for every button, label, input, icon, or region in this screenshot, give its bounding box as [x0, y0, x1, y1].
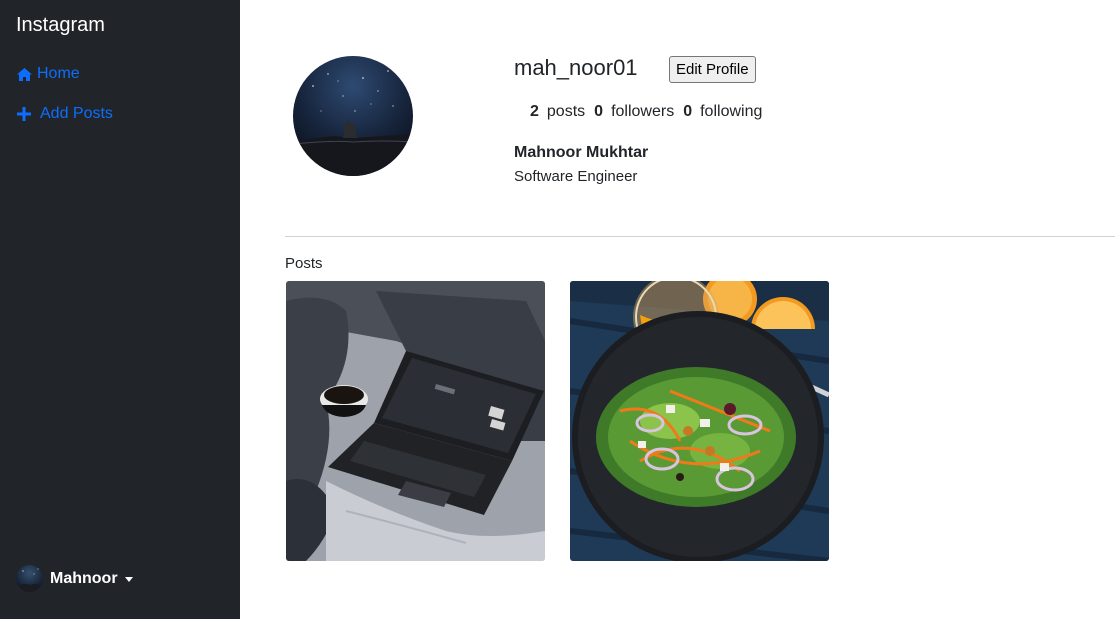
divider — [285, 236, 1115, 237]
avatar — [16, 565, 43, 592]
sidebar: Instagram Home Add Posts Mahnoor — [0, 0, 240, 619]
profile-username: mah_noor01 — [514, 55, 638, 80]
following-label: following — [700, 103, 763, 120]
profile-full-name: Mahnoor Mukhtar — [514, 144, 649, 161]
following-count: 0 — [683, 103, 693, 120]
profile-stats: 2 posts 0 followers 0 following — [530, 103, 771, 121]
followers-count: 0 — [594, 103, 604, 120]
followers-label: followers — [611, 103, 675, 120]
edit-profile-button[interactable]: Edit Profile — [669, 56, 756, 83]
post-thumbnail-laptop[interactable] — [286, 281, 545, 561]
post-thumbnail-salad[interactable] — [570, 281, 829, 561]
posts-label: posts — [546, 103, 586, 120]
nav-home[interactable]: Home — [16, 65, 80, 83]
laptop-on-bed-photo — [286, 281, 545, 561]
plus-icon — [17, 107, 31, 121]
nav-add-posts-label: Add Posts — [40, 105, 113, 122]
home-icon — [17, 67, 32, 81]
user-menu-dropdown[interactable]: Mahnoor — [16, 565, 133, 592]
posts-count: 2 — [530, 103, 539, 120]
nav-home-label: Home — [37, 65, 80, 82]
brand-link[interactable]: Instagram — [16, 12, 105, 38]
posts-heading: Posts — [285, 255, 323, 272]
profile-bio: Software Engineer — [514, 168, 638, 185]
nav-add-posts[interactable]: Add Posts — [16, 105, 113, 123]
caret-down-icon — [124, 576, 133, 582]
user-name: Mahnoor — [50, 569, 118, 587]
salad-and-orange-juice-photo — [570, 281, 829, 561]
profile-avatar — [293, 56, 413, 176]
